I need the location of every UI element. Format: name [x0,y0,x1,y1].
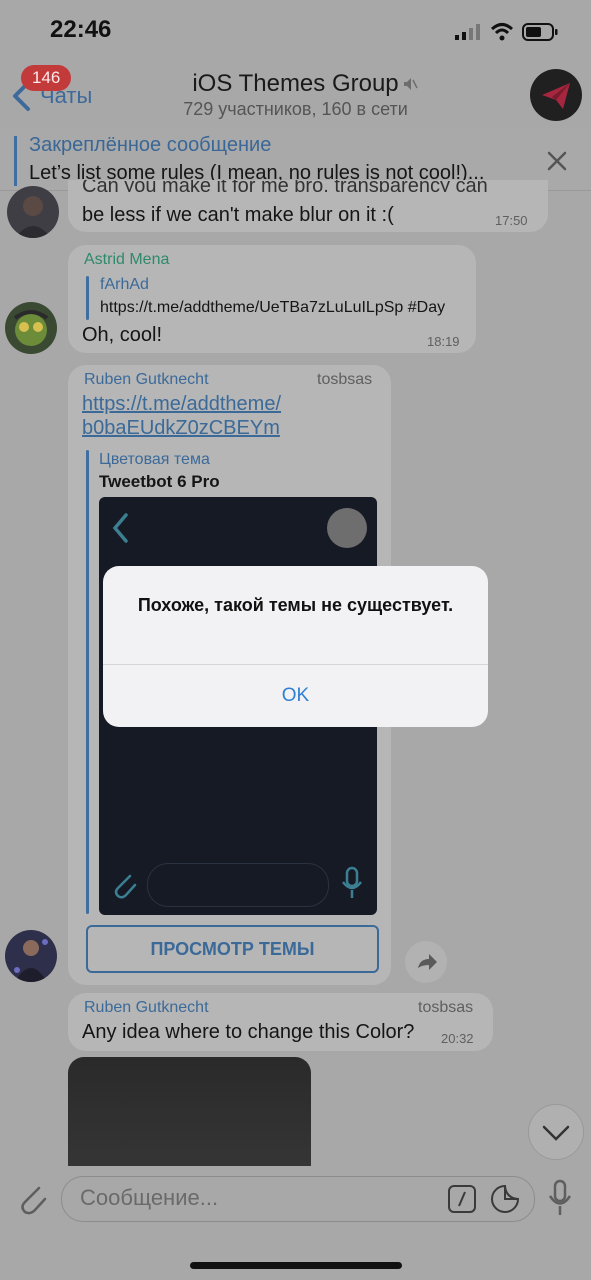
preview-accent-bar [86,450,89,914]
pinned-title: Закреплённое сообщение [29,134,272,156]
preview-title: Tweetbot 6 Pro [99,472,220,491]
avatar[interactable] [5,302,57,354]
paper-plane-icon [542,83,570,109]
sender-name[interactable]: Ruben Gutknecht [84,999,209,1017]
group-avatar[interactable] [530,69,582,121]
avatar[interactable] [7,186,59,238]
avatar-image [15,196,51,238]
scroll-down-button[interactable] [528,1104,584,1160]
muted-icon [404,78,418,90]
chat-title[interactable]: iOS Themes Group [0,70,591,98]
view-theme-button[interactable]: ПРОСМОТР ТЕМЫ [86,925,379,973]
message-time: 17:50 [495,213,528,228]
wifi-icon [490,23,514,41]
theme-link[interactable]: https://t.me/addtheme/ [82,393,281,416]
close-icon[interactable] [546,150,568,172]
pinned-accent-bar [14,136,17,186]
message-time: 18:19 [427,334,460,349]
avatar-image [14,939,48,982]
preview-attach-icon [114,874,137,899]
bot-commands-icon[interactable] [447,1184,477,1214]
preview-avatar [327,508,367,548]
status-time: 22:46 [50,16,112,43]
ok-button[interactable]: OK [103,666,488,726]
preview-input-field [147,863,329,907]
sender-name[interactable]: Ruben Gutknecht [84,371,209,389]
theme-link[interactable]: b0baEUdkZ0zCBEYm [82,417,280,440]
preview-back-icon [112,513,128,543]
message-placeholder: Сообщение... [80,1185,219,1210]
message-text: be less if we can't make blur on it :( [82,204,394,226]
avatar[interactable] [5,930,57,982]
attach-icon[interactable] [14,1180,48,1216]
alert-divider [103,664,488,665]
alert-message: Похоже, такой темы не существует. [137,595,454,615]
forward-button[interactable] [405,941,447,983]
sender-name[interactable]: Astrid Mena [84,251,169,269]
sticker-icon[interactable] [490,1184,520,1214]
message-text: Oh, cool! [82,324,163,346]
avatar-image [13,310,49,346]
forward-icon [418,954,437,970]
preview-mic-icon [342,866,362,898]
sender-tag: tosbsas [418,999,474,1016]
image-message[interactable] [68,1057,311,1166]
reply-accent-bar [86,276,89,320]
microphone-icon[interactable] [547,1179,573,1217]
home-indicator [190,1262,402,1269]
message-text: Can you make it for me bro, transparency… [82,180,488,192]
message-text: Any idea where to change this Color? [82,1021,415,1043]
sender-tag: tosbsas [317,371,373,388]
battery-icon [522,23,558,41]
cellular-signal-icon [455,24,480,40]
preview-label: Цветовая тема [99,451,210,468]
chat-subtitle: 729 участников, 160 в сети [183,99,408,119]
message-time: 20:32 [441,1031,474,1046]
reply-text[interactable]: https://t.me/addtheme/UeTBa7zLuLuILpSp #… [100,299,445,317]
reply-name[interactable]: fArhAd [100,276,149,294]
chevron-down-icon [542,1125,570,1141]
